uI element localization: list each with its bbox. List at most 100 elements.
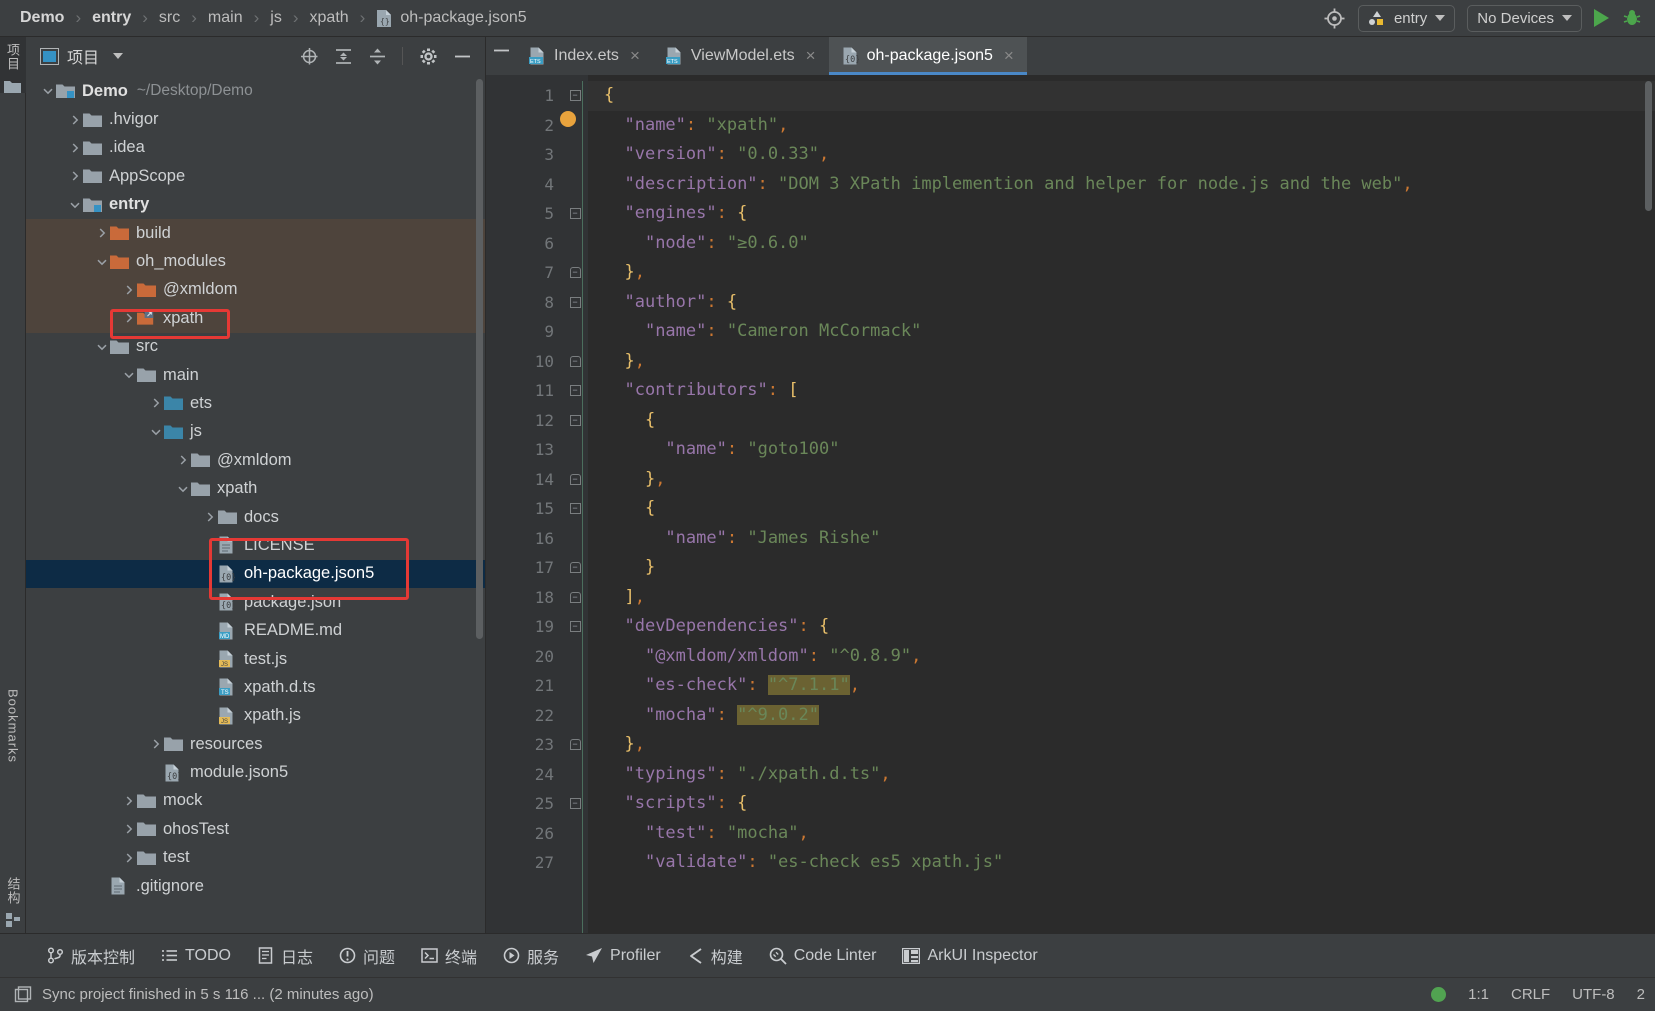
- code-fold-toggle[interactable]: −: [562, 465, 588, 495]
- code-line[interactable]: {: [588, 406, 1655, 436]
- code-line[interactable]: "contributors": [: [588, 376, 1655, 406]
- locate-icon[interactable]: [296, 43, 322, 69]
- tree-node--hvigor[interactable]: .hvigor: [26, 105, 485, 133]
- code-line[interactable]: {: [588, 494, 1655, 524]
- file-encoding[interactable]: UTF-8: [1572, 986, 1615, 1003]
- code-fold-toggle[interactable]: −: [562, 81, 588, 111]
- close-icon[interactable]: ×: [1004, 46, 1014, 66]
- code-fold-toggle[interactable]: −: [562, 612, 588, 642]
- event-log-icon[interactable]: [14, 985, 32, 1004]
- code-line[interactable]: "test": "mocha",: [588, 819, 1655, 849]
- indent-setting[interactable]: 2: [1637, 986, 1645, 1003]
- chevron-right-icon[interactable]: [121, 793, 137, 809]
- code-folding-gutter[interactable]: − − − − − − − − − − − − − −: [560, 75, 588, 933]
- breadcrumb-item-0[interactable]: Demo: [18, 9, 66, 27]
- code-line[interactable]: "version": "0.0.33",: [588, 140, 1655, 170]
- code-line[interactable]: "es-check": "^7.1.1",: [588, 671, 1655, 701]
- code-fold-toggle[interactable]: −: [562, 494, 588, 524]
- tree-node--xmldom[interactable]: @xmldom: [26, 446, 485, 474]
- tree-node--xmldom[interactable]: @xmldom: [26, 275, 485, 305]
- code-fold-toggle[interactable]: −: [562, 288, 588, 318]
- code-line[interactable]: "name": "xpath",: [588, 111, 1655, 141]
- code-line[interactable]: "name": "Cameron McCormack": [588, 317, 1655, 347]
- run-configuration-selector[interactable]: entry: [1357, 4, 1456, 32]
- chevron-down-icon[interactable]: [94, 254, 110, 270]
- tree-node-build[interactable]: build: [26, 218, 485, 248]
- chevron-right-icon[interactable]: [202, 509, 218, 525]
- project-tree-scrollbar[interactable]: [476, 79, 483, 639]
- breadcrumb-item-3[interactable]: main: [206, 9, 245, 27]
- code-line[interactable]: "mocha": "^9.0.2": [588, 701, 1655, 731]
- code-fold-toggle[interactable]: −: [562, 730, 588, 760]
- code-editor[interactable]: 1 2 3 4 5 6 7 8 9 10 11 12 13 14 15 16 17 18 19 20 21 22 23 24 2…: [486, 75, 1655, 933]
- code-line[interactable]: {: [588, 81, 1655, 111]
- intention-bulb-icon[interactable]: [560, 111, 576, 127]
- code-fold-toggle[interactable]: −: [562, 406, 588, 436]
- debug-button[interactable]: [1621, 7, 1643, 29]
- tool-window-button--[interactable]: 日志: [244, 944, 326, 968]
- chevron-down-icon[interactable]: [175, 481, 191, 497]
- tree-node-xpath-d-ts[interactable]: TS xpath.d.ts: [26, 673, 485, 701]
- chevron-down-icon[interactable]: [94, 339, 110, 355]
- chevron-right-icon[interactable]: [94, 225, 110, 241]
- status-message[interactable]: Sync project finished in 5 s 116 ... (2 …: [42, 986, 374, 1003]
- close-icon[interactable]: ×: [630, 46, 640, 66]
- code-line[interactable]: }: [588, 553, 1655, 583]
- chevron-down-icon[interactable]: [40, 83, 56, 99]
- code-line[interactable]: "devDependencies": {: [588, 612, 1655, 642]
- code-fold-toggle[interactable]: −: [562, 347, 588, 377]
- tree-node-demo[interactable]: Demo ~/Desktop/Demo: [26, 77, 485, 105]
- breadcrumb-item-2[interactable]: src: [157, 9, 182, 27]
- editor-tab-viewmodel-ets[interactable]: ETS ViewModel.ets ×: [653, 37, 829, 75]
- tree-node-test[interactable]: test: [26, 844, 485, 872]
- editor-tab-oh-package-json5[interactable]: {0} oh-package.json5 ×: [828, 37, 1028, 75]
- tree-node-ets[interactable]: ets: [26, 389, 485, 417]
- hide-panel-icon[interactable]: [449, 43, 475, 69]
- editor-tab-index-ets[interactable]: ETS Index.ets ×: [516, 37, 653, 75]
- inspection-status-icon[interactable]: [1431, 987, 1447, 1002]
- code-line[interactable]: ],: [588, 583, 1655, 613]
- tool-window-button--[interactable]: 版本控制: [34, 944, 148, 968]
- chevron-down-icon[interactable]: [113, 53, 124, 59]
- chevron-right-icon[interactable]: [67, 140, 83, 156]
- rail-item-bookmarks[interactable]: Bookmarks: [0, 689, 26, 763]
- tool-window-button--[interactable]: 服务: [490, 944, 572, 968]
- code-line[interactable]: "@xmldom/xmldom": "^0.8.9",: [588, 642, 1655, 672]
- tree-node-xpath-js[interactable]: JS xpath.js: [26, 702, 485, 730]
- target-icon[interactable]: [1324, 7, 1346, 29]
- tree-node--idea[interactable]: .idea: [26, 134, 485, 162]
- tree-node-src[interactable]: src: [26, 333, 485, 361]
- code-fold-toggle[interactable]: −: [562, 583, 588, 613]
- tool-window-button-profiler[interactable]: Profiler: [572, 947, 674, 965]
- tree-node-xpath[interactable]: xpath: [26, 474, 485, 502]
- tree-node-module-json5[interactable]: {0} module.json5: [26, 758, 485, 786]
- close-icon[interactable]: ×: [806, 46, 816, 66]
- chevron-down-icon[interactable]: [67, 197, 83, 213]
- tool-window-button--[interactable]: 终端: [408, 944, 490, 968]
- breadcrumb-item-4[interactable]: js: [268, 9, 284, 27]
- line-separator[interactable]: CRLF: [1511, 986, 1550, 1003]
- code-content[interactable]: { "name": "xpath", "version": "0.0.33", …: [588, 75, 1655, 933]
- device-selector[interactable]: No Devices: [1467, 4, 1582, 32]
- rail-item-structure[interactable]: 结构: [0, 877, 26, 927]
- code-line[interactable]: "name": "James Rishe": [588, 524, 1655, 554]
- tree-node-js[interactable]: js: [26, 418, 485, 446]
- breadcrumb-item-5[interactable]: xpath: [308, 9, 351, 27]
- breadcrumb-item-1[interactable]: entry: [90, 9, 133, 27]
- tool-window-button-code-linter[interactable]: Code Linter: [756, 947, 890, 965]
- code-line[interactable]: "validate": "es-check es5 xpath.js": [588, 848, 1655, 878]
- breadcrumb-file[interactable]: {} oh-package.json5: [374, 9, 528, 28]
- tool-window-button-arkui-inspector[interactable]: ArkUI Inspector: [889, 947, 1050, 965]
- tree-node-ohostest[interactable]: ohosTest: [26, 815, 485, 843]
- hide-editor-icon[interactable]: [486, 37, 516, 63]
- code-fold-toggle[interactable]: −: [562, 789, 588, 819]
- code-line[interactable]: "engines": {: [588, 199, 1655, 229]
- code-line[interactable]: "typings": "./xpath.d.ts",: [588, 760, 1655, 790]
- code-line[interactable]: },: [588, 258, 1655, 288]
- tree-node-entry[interactable]: entry: [26, 191, 485, 219]
- code-line[interactable]: },: [588, 465, 1655, 495]
- caret-position[interactable]: 1:1: [1468, 986, 1489, 1003]
- chevron-right-icon[interactable]: [148, 736, 164, 752]
- code-line[interactable]: },: [588, 347, 1655, 377]
- chevron-down-icon[interactable]: [121, 367, 137, 383]
